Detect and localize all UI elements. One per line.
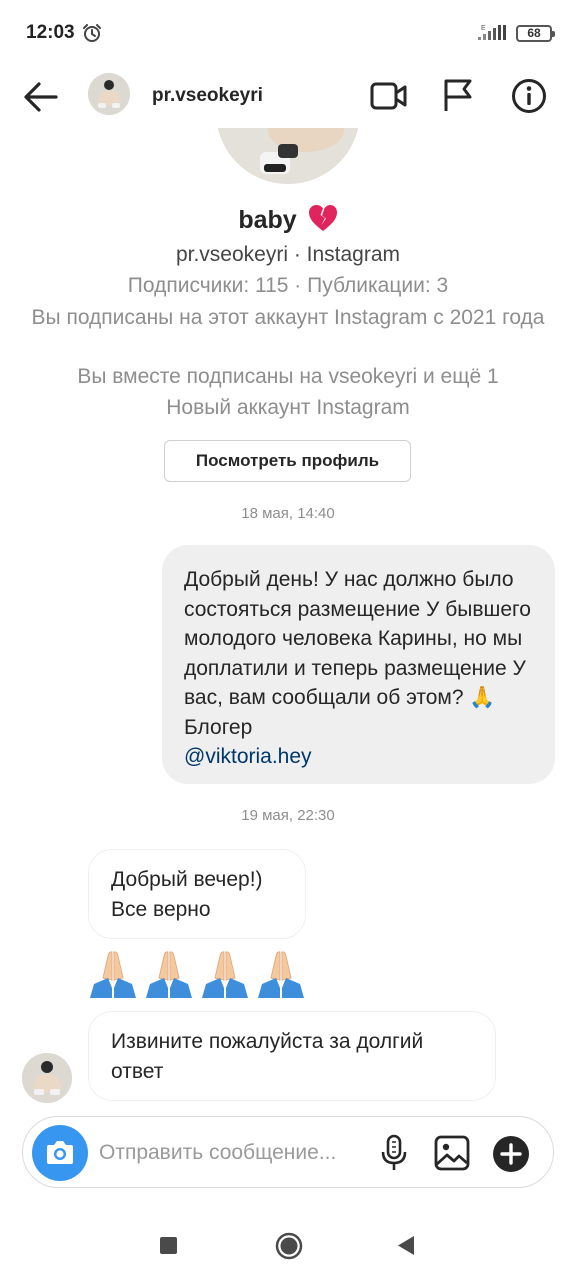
header-avatar[interactable] (88, 73, 130, 115)
plus-icon[interactable] (492, 1135, 530, 1173)
incoming-message-bubble[interactable]: Извините пожалуйста за долгий ответ (88, 1011, 496, 1101)
nav-back-button[interactable] (397, 1235, 415, 1256)
alarm-icon (83, 24, 101, 42)
header-username[interactable]: pr.vseokeyri (152, 85, 263, 107)
outgoing-message-bubble[interactable]: Добрый день! У нас должно было состоятьс… (162, 545, 555, 784)
status-time: 12:03 (26, 22, 75, 43)
message-input[interactable] (99, 1135, 381, 1171)
video-call-icon[interactable] (370, 80, 408, 112)
folded-hands-icon (90, 951, 136, 998)
recent-apps-button[interactable] (160, 1237, 177, 1254)
gallery-icon[interactable] (434, 1135, 470, 1171)
incoming-message-bubble[interactable]: Добрый вечер!) Все верно (88, 849, 306, 939)
outgoing-message-text: Добрый день! У нас должно было состоятьс… (184, 568, 531, 739)
home-button[interactable] (275, 1232, 303, 1260)
profile-handle-line: pr.vseokeyri · Instagram (175, 243, 401, 266)
profile-following-since: Вы подписаны на этот аккаунт Instagram с… (31, 306, 545, 329)
profile-stats: Подписчики: 115 · Публикации: 3 (127, 274, 449, 297)
camera-icon (47, 1141, 73, 1164)
profile-new-account-note: Новый аккаунт Instagram (166, 396, 410, 419)
avatar-photo (22, 1053, 72, 1103)
camera-button[interactable] (32, 1125, 88, 1181)
folded-hands-icon (202, 951, 248, 998)
system-nav-bar (0, 1210, 576, 1280)
chat-header: pr.vseokeyri (0, 66, 576, 128)
back-arrow-icon[interactable] (22, 80, 60, 114)
incoming-message-line: Добрый вечер!) (111, 868, 263, 891)
microphone-icon[interactable] (380, 1134, 408, 1172)
message-timestamp: 18 мая, 14:40 (241, 505, 335, 522)
profile-mutual-followers: Вы вместе подписаны на vseokeyri и ещё 1 (77, 365, 499, 388)
incoming-message-line: Все верно (111, 898, 211, 921)
info-icon[interactable] (511, 78, 547, 114)
emoji-message[interactable] (88, 948, 312, 1002)
broken-heart-icon (308, 205, 337, 231)
avatar-photo (88, 73, 130, 115)
profile-name-row: baby (0, 204, 576, 235)
mention-link[interactable]: @viktoria.hey (184, 742, 537, 772)
signal-icon: E (478, 25, 506, 40)
message-timestamp: 19 мая, 22:30 (241, 807, 335, 824)
status-bar: 12:03 E 68 (0, 0, 576, 66)
flag-icon[interactable] (443, 78, 473, 112)
folded-hands-icon (258, 951, 304, 998)
sender-avatar[interactable] (22, 1053, 72, 1103)
network-type-label: E (481, 25, 486, 32)
folded-hands-icon (146, 951, 192, 998)
view-profile-button[interactable]: Посмотреть профиль (164, 440, 411, 482)
message-composer (22, 1116, 554, 1188)
battery-indicator: 68 (516, 25, 555, 42)
profile-name: baby (238, 206, 297, 234)
